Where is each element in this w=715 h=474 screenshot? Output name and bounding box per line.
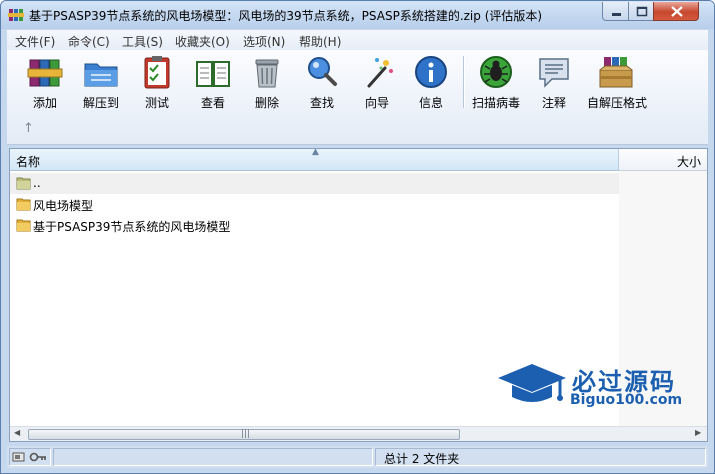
menu-file[interactable]: 文件(F) — [15, 33, 55, 50]
comment-label: 注释 — [541, 96, 566, 110]
column-header-name[interactable]: 名称 ▲ — [10, 147, 619, 171]
folder-icon — [16, 219, 31, 232]
delete-button[interactable]: 删除 — [237, 54, 297, 110]
status-icons-area — [9, 448, 51, 466]
menu-options[interactable]: 选项(N) — [243, 33, 285, 50]
list-item-folder[interactable]: 基于PSASP39节点系统的风电场模型 — [10, 215, 619, 236]
folder-icon — [16, 198, 31, 211]
close-button[interactable] — [653, 2, 699, 21]
drive-icon — [12, 452, 46, 462]
add-button[interactable]: 添加 — [15, 54, 75, 110]
info-label: 信息 — [418, 96, 443, 110]
scroll-grip-icon: ||| — [241, 429, 251, 439]
status-text: 总计 2 文件夹 — [384, 452, 460, 466]
test-label: 测试 — [144, 96, 169, 110]
view-label: 查看 — [200, 96, 225, 110]
watermark-url: Biguo100.com — [570, 392, 683, 408]
status-bar: 总计 2 文件夹 — [7, 446, 708, 468]
test-clipboard-icon — [144, 56, 170, 89]
add-books-icon — [27, 59, 63, 87]
status-segment-left — [53, 448, 373, 466]
extract-folder-icon — [84, 63, 118, 87]
column-header-size[interactable]: 大小 — [619, 149, 707, 171]
folder-label: 风电场模型 — [33, 199, 94, 213]
sfx-label: 自解压格式 — [586, 96, 647, 110]
scan-virus-button[interactable]: 扫描病毒 — [466, 54, 526, 110]
menu-bar: 文件(F) 命令(C) 工具(S) 收藏夹(O) 选项(N) 帮助(H) — [7, 30, 708, 50]
menu-tools[interactable]: 工具(S) — [122, 33, 163, 50]
scroll-left-icon[interactable]: ◀ — [14, 428, 20, 437]
trash-icon — [255, 59, 279, 88]
graduation-cap-logo — [498, 364, 566, 402]
wizard-label: 向导 — [364, 96, 389, 110]
watermark: 必过源码 Biguo100.com — [494, 356, 694, 416]
wizard-wand-icon — [367, 58, 393, 88]
magnifier-icon — [308, 57, 337, 86]
extract-to-label: 解压到 — [82, 96, 119, 110]
find-label: 查找 — [309, 96, 334, 110]
list-item-parent-folder[interactable]: .. — [10, 173, 619, 194]
find-button[interactable]: 查找 — [292, 54, 352, 110]
comment-button[interactable]: 注释 — [524, 54, 584, 110]
up-folder-arrow-icon[interactable]: ↑ — [23, 121, 34, 136]
folder-label: 基于PSASP39节点系统的风电场模型 — [33, 220, 231, 234]
parent-folder-label: .. — [33, 176, 41, 190]
file-list[interactable]: 名称 ▲ 大小 .. 风电场模型 基于PSASP39节点系统的风电场模型 必过源… — [9, 147, 708, 442]
column-header-name-label: 名称 — [16, 155, 41, 169]
status-segment-right: 总计 2 文件夹 — [375, 448, 706, 466]
winrar-window: 基于PSASP39节点系统的风电场模型：风电场的39节点系统，PSASP系统搭建… — [0, 0, 715, 474]
winrar-app-icon[interactable] — [8, 7, 24, 23]
add-label: 添加 — [32, 96, 57, 110]
window-title: 基于PSASP39节点系统的风电场模型：风电场的39节点系统，PSASP系统搭建… — [29, 9, 543, 23]
comment-icon — [539, 58, 569, 88]
scan-virus-label: 扫描病毒 — [471, 96, 520, 110]
info-button[interactable]: 信息 — [401, 54, 461, 110]
toolbar: 添加 解压到 测试 查看 删除 查找 向导 信息 扫描病毒 注释 自解压格式 ↑ — [7, 50, 708, 145]
view-book-icon — [196, 61, 230, 87]
column-header-size-label: 大小 — [676, 155, 701, 169]
title-bar[interactable]: 基于PSASP39节点系统的风电场模型：风电场的39节点系统，PSASP系统搭建… — [1, 1, 714, 29]
maximize-button[interactable] — [628, 2, 654, 21]
scroll-right-icon[interactable]: ▶ — [695, 428, 701, 437]
extract-to-button[interactable]: 解压到 — [71, 54, 131, 110]
menu-commands[interactable]: 命令(C) — [68, 33, 110, 50]
menu-help[interactable]: 帮助(H) — [299, 33, 341, 50]
horizontal-scrollbar[interactable]: ◀ ||| ▶ — [10, 426, 707, 441]
info-icon — [415, 56, 447, 88]
virus-scan-icon — [480, 56, 512, 88]
column-header-row: 名称 ▲ 大小 — [10, 147, 707, 171]
parent-folder-icon — [16, 177, 31, 190]
sfx-button[interactable]: 自解压格式 — [586, 54, 648, 110]
list-item-folder[interactable]: 风电场模型 — [10, 194, 619, 215]
delete-label: 删除 — [254, 96, 279, 110]
minimize-icon — [612, 13, 621, 16]
sort-ascending-icon: ▲ — [312, 147, 319, 157]
toolbar-separator — [463, 56, 465, 108]
menu-favorites[interactable]: 收藏夹(O) — [175, 33, 230, 50]
wizard-button[interactable]: 向导 — [347, 54, 407, 110]
maximize-icon — [636, 6, 648, 17]
scroll-thumb[interactable]: ||| — [28, 429, 460, 440]
sfx-box-icon — [599, 57, 633, 88]
view-button[interactable]: 查看 — [183, 54, 243, 110]
minimize-button[interactable] — [602, 2, 629, 21]
test-button[interactable]: 测试 — [127, 54, 187, 110]
close-icon — [671, 6, 683, 17]
